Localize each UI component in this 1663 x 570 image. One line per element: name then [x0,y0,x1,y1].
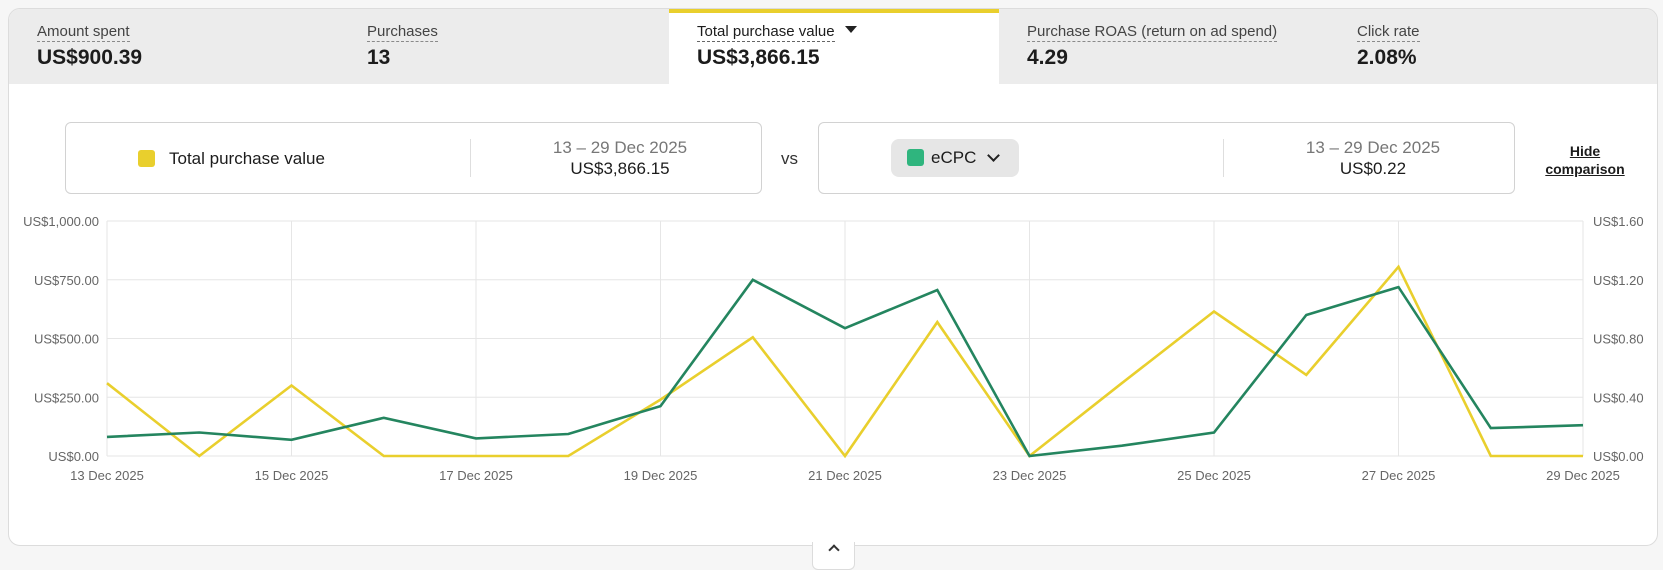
x-axis-tick-label: 19 Dec 2025 [624,468,698,483]
metrics-bar: Amount spent US$900.39 Purchases 13 Tota… [9,9,1657,84]
chevron-up-icon [828,544,840,556]
x-axis-tick-label: 29 Dec 2025 [1546,468,1620,483]
comparison-secondary-date: 13 – 29 Dec 2025 [1305,138,1441,157]
metric-tab-amount-spent[interactable]: Amount spent US$900.39 [9,9,339,84]
metric-label: Click rate [1357,23,1420,42]
caret-down-icon[interactable] [844,26,857,33]
y-axis-left-tick-label: US$1,000.00 [23,214,99,229]
x-axis-tick-label: 25 Dec 2025 [1177,468,1251,483]
divider [470,139,471,177]
x-axis-tick-label: 17 Dec 2025 [439,468,513,483]
metric-label: Total purchase value [697,23,835,42]
y-axis-right-tick-label: US$1.20 [1593,273,1644,288]
metric-value: 13 [367,46,391,69]
compare-metric-dropdown[interactable]: eCPC [891,139,1019,177]
y-axis-left-tick-label: US$0.00 [48,449,99,464]
comparison-primary-value: US$3,866.15 [570,159,670,178]
y-axis-left-tick-label: US$250.00 [34,390,99,405]
y-axis-left-tick-label: US$500.00 [34,332,99,347]
comparison-primary-name: Total purchase value [169,149,325,168]
y-axis-right-tick-label: US$1.60 [1593,214,1644,229]
legend-swatch-primary [138,150,155,167]
x-axis-tick-label: 21 Dec 2025 [808,468,882,483]
metric-label: Purchase ROAS (return on ad spend) [1027,23,1278,42]
compare-metric-name: eCPC [931,148,977,167]
x-axis-tick-label: 13 Dec 2025 [70,468,144,483]
y-axis-right-tick-label: US$0.00 [1593,449,1644,464]
legend-swatch-secondary [907,149,924,166]
x-axis-tick-label: 27 Dec 2025 [1362,468,1436,483]
y-axis-right-tick-label: US$0.40 [1593,390,1644,405]
x-axis-tick-label: 23 Dec 2025 [993,468,1067,483]
x-axis-tick-label: 15 Dec 2025 [255,468,329,483]
metric-tab-click-rate[interactable]: Click rate 2.08% [1329,9,1657,84]
metric-tab-purchase-roas[interactable]: Purchase ROAS (return on ad spend) 4.29 [999,9,1329,84]
metric-value: US$900.39 [37,46,143,69]
vs-label: vs [781,149,798,168]
comparison-secondary-value: US$0.22 [1339,159,1407,178]
performance-panel: Amount spent US$900.39 Purchases 13 Tota… [8,8,1658,546]
y-axis-left-tick-label: US$750.00 [34,273,99,288]
metric-tab-purchases[interactable]: Purchases 13 [339,9,669,84]
metric-label: Purchases [367,23,438,42]
comparison-primary-card: Total purchase value 13 – 29 Dec 2025 US… [65,122,762,194]
y-axis-right-tick-label: US$0.80 [1593,332,1644,347]
metric-tab-total-purchase-value[interactable]: Total purchase value US$3,866.15 [669,9,999,84]
chevron-down-icon [987,149,1000,162]
metric-label: Amount spent [37,23,130,42]
metric-value: US$3,866.15 [697,46,820,69]
comparison-secondary-card: eCPC 13 – 29 Dec 2025 US$0.22 [818,122,1515,194]
divider [1223,139,1224,177]
line-chart: US$0.00 US$0.00 US$250.00 US$0.40 US$500.00 U… [23,214,1644,483]
comparison-primary-date: 13 – 29 Dec 2025 [552,138,688,157]
hide-comparison-link[interactable]: Hide comparison [1540,142,1630,178]
metric-value: 2.08% [1357,46,1417,69]
metric-value: 4.29 [1027,46,1068,69]
collapse-button[interactable] [812,542,855,570]
